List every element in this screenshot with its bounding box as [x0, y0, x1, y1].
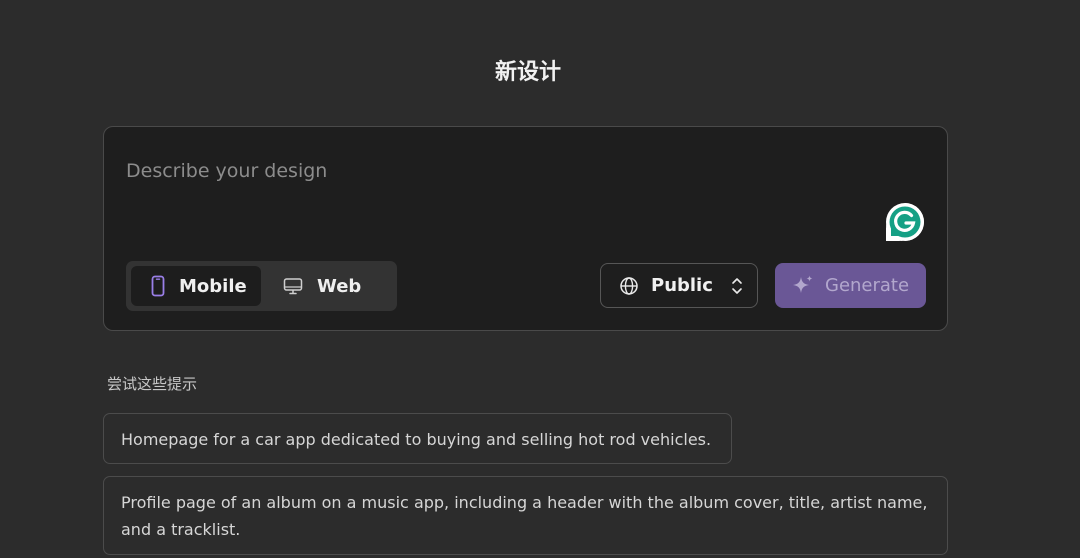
- device-mode-toggle: Mobile Web: [126, 261, 397, 311]
- design-prompt-input[interactable]: [126, 151, 826, 191]
- mode-mobile-label: Mobile: [179, 275, 247, 297]
- mode-web-label: Web: [317, 275, 362, 297]
- suggestions-heading: 尝试这些提示: [107, 375, 198, 393]
- visibility-select[interactable]: Public: [600, 263, 758, 308]
- phone-icon: [151, 275, 165, 297]
- grammarly-icon[interactable]: [884, 201, 926, 243]
- mode-web-button[interactable]: Web: [261, 266, 391, 306]
- design-composer: Mobile Web Public Generate: [103, 126, 948, 331]
- suggestion-item[interactable]: Profile page of an album on a music app,…: [103, 476, 948, 555]
- mode-mobile-button[interactable]: Mobile: [131, 266, 261, 306]
- sparkle-icon: [793, 275, 813, 293]
- up-down-chevron-icon: [732, 278, 742, 294]
- page-title: 新设计: [494, 60, 561, 85]
- generate-label: Generate: [825, 275, 910, 296]
- globe-icon: [620, 276, 638, 295]
- suggestion-item[interactable]: Homepage for a car app dedicated to buyi…: [103, 413, 732, 464]
- visibility-label: Public: [651, 275, 713, 296]
- generate-button[interactable]: Generate: [775, 263, 926, 308]
- monitor-icon: [283, 278, 303, 295]
